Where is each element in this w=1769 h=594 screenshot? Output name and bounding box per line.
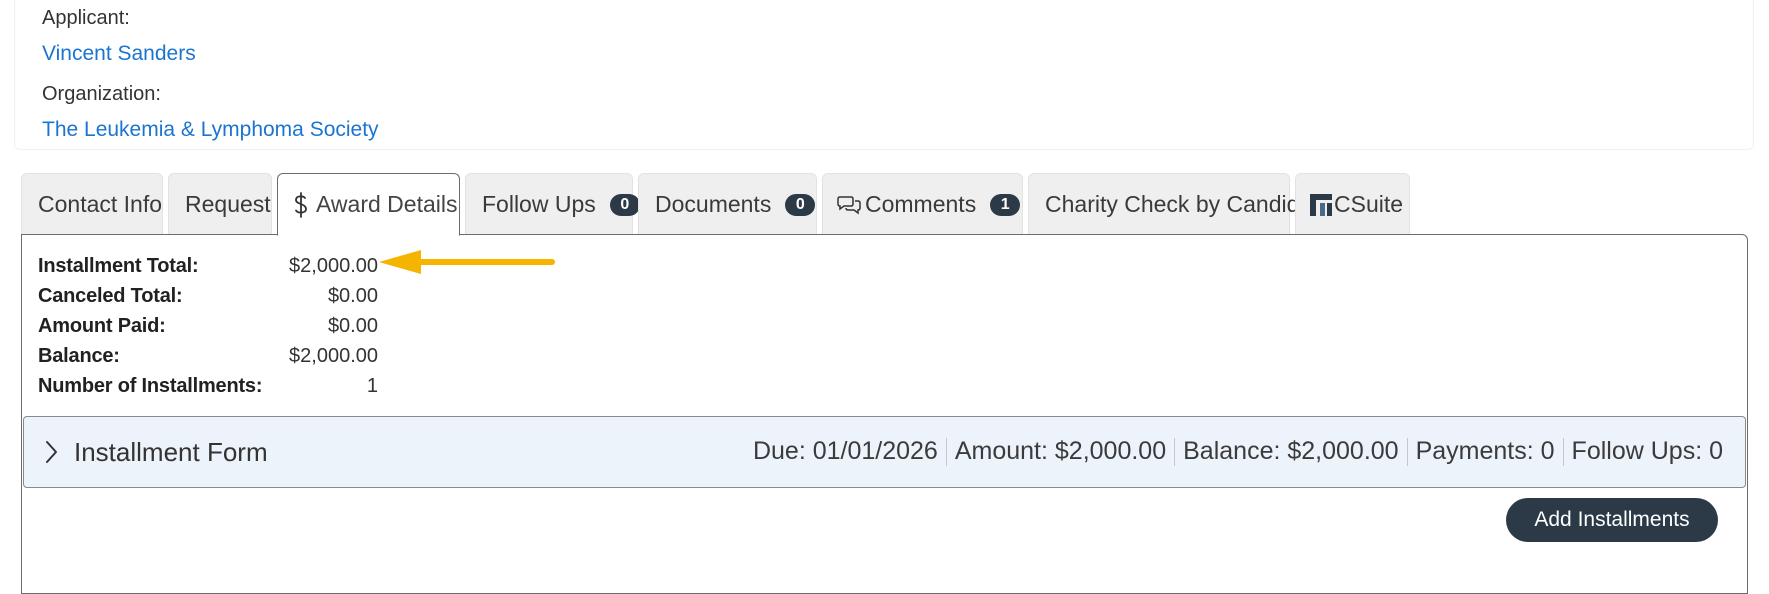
applicant-name-link[interactable]: Vincent Sanders <box>42 42 196 66</box>
tab-label: Follow Ups <box>482 191 596 217</box>
comments-count-badge: 1 <box>990 193 1021 216</box>
tab-label: Charity Check by Candid <box>1045 191 1300 217</box>
applicant-info-card: Applicant: Vincent Sanders Organization:… <box>14 0 1754 150</box>
installment-form-row[interactable]: Installment Form Due: 01/01/2026 Amount:… <box>23 416 1746 488</box>
tab-label: Contact Info <box>38 191 163 217</box>
summary-value: $0.00 <box>327 315 378 337</box>
summary-label: Amount Paid: <box>38 315 166 337</box>
summary-value: $2,000.00 <box>289 255 378 277</box>
summary-label: Canceled Total: <box>38 285 183 307</box>
divider <box>1406 437 1408 466</box>
award-summary: Installment Total: $2,000.00 Canceled To… <box>38 251 378 401</box>
add-installments-button[interactable]: Add Installments <box>1506 498 1718 542</box>
tab-label: Request <box>185 191 271 217</box>
csuite-logo-icon <box>1310 193 1332 216</box>
installment-meta: Due: 01/01/2026 Amount: $2,000.00 Balanc… <box>753 437 1723 466</box>
chevron-right-icon[interactable] <box>44 440 58 469</box>
tab-bar: Contact Info Request Award Details Follo… <box>21 173 1769 236</box>
installment-payments: Payments: 0 <box>1415 437 1555 465</box>
tab-contact-info[interactable]: Contact Info <box>21 173 163 235</box>
summary-value: 1 <box>366 375 378 397</box>
summary-row-balance: Balance: $2,000.00 <box>38 341 378 371</box>
summary-row-number-of-installments: Number of Installments: 1 <box>38 371 378 401</box>
follow-ups-count-badge: 0 <box>609 193 640 216</box>
dollar-icon <box>294 191 308 218</box>
divider <box>1174 437 1176 466</box>
installment-balance: Balance: $2,000.00 <box>1183 437 1399 465</box>
tab-label: Documents <box>655 191 772 217</box>
installment-follow-ups: Follow Ups: 0 <box>1571 437 1723 465</box>
tab-follow-ups[interactable]: Follow Ups 0 <box>465 173 640 235</box>
organization-name-link[interactable]: The Leukemia & Lymphoma Society <box>42 118 379 142</box>
summary-row-amount-paid: Amount Paid: $0.00 <box>38 311 378 341</box>
summary-value: $0.00 <box>327 285 378 307</box>
summary-label: Balance: <box>38 345 120 367</box>
tab-request[interactable]: Request <box>168 173 272 235</box>
tab-label: Award Details <box>316 191 458 217</box>
tab-comments[interactable]: Comments 1 <box>822 173 1023 235</box>
summary-row-canceled-total: Canceled Total: $0.00 <box>38 281 378 311</box>
summary-row-installment-total: Installment Total: $2,000.00 <box>38 251 378 281</box>
applicant-label: Applicant: <box>42 7 130 29</box>
installment-amount: Amount: $2,000.00 <box>954 437 1167 465</box>
summary-label: Number of Installments: <box>38 375 263 397</box>
tab-documents[interactable]: Documents 0 <box>638 173 817 235</box>
installment-due: Due: 01/01/2026 <box>752 437 938 465</box>
tab-label: Comments <box>865 191 977 217</box>
comments-icon <box>837 195 861 215</box>
documents-count-badge: 0 <box>785 193 816 216</box>
arrow-left-icon <box>379 250 555 274</box>
divider <box>1562 437 1564 466</box>
installment-form-title[interactable]: Installment Form <box>74 437 268 468</box>
organization-label: Organization: <box>42 83 161 105</box>
divider <box>945 437 947 466</box>
award-details-panel: Installment Total: $2,000.00 Canceled To… <box>21 234 1748 594</box>
summary-label: Installment Total: <box>38 255 199 277</box>
tab-label: CSuite <box>1334 191 1404 217</box>
tab-charity-check[interactable]: Charity Check by Candid <box>1028 173 1299 235</box>
tab-award-details[interactable]: Award Details <box>277 173 460 236</box>
tab-csuite[interactable]: CSuite <box>1295 173 1410 235</box>
summary-value: $2,000.00 <box>289 345 378 367</box>
